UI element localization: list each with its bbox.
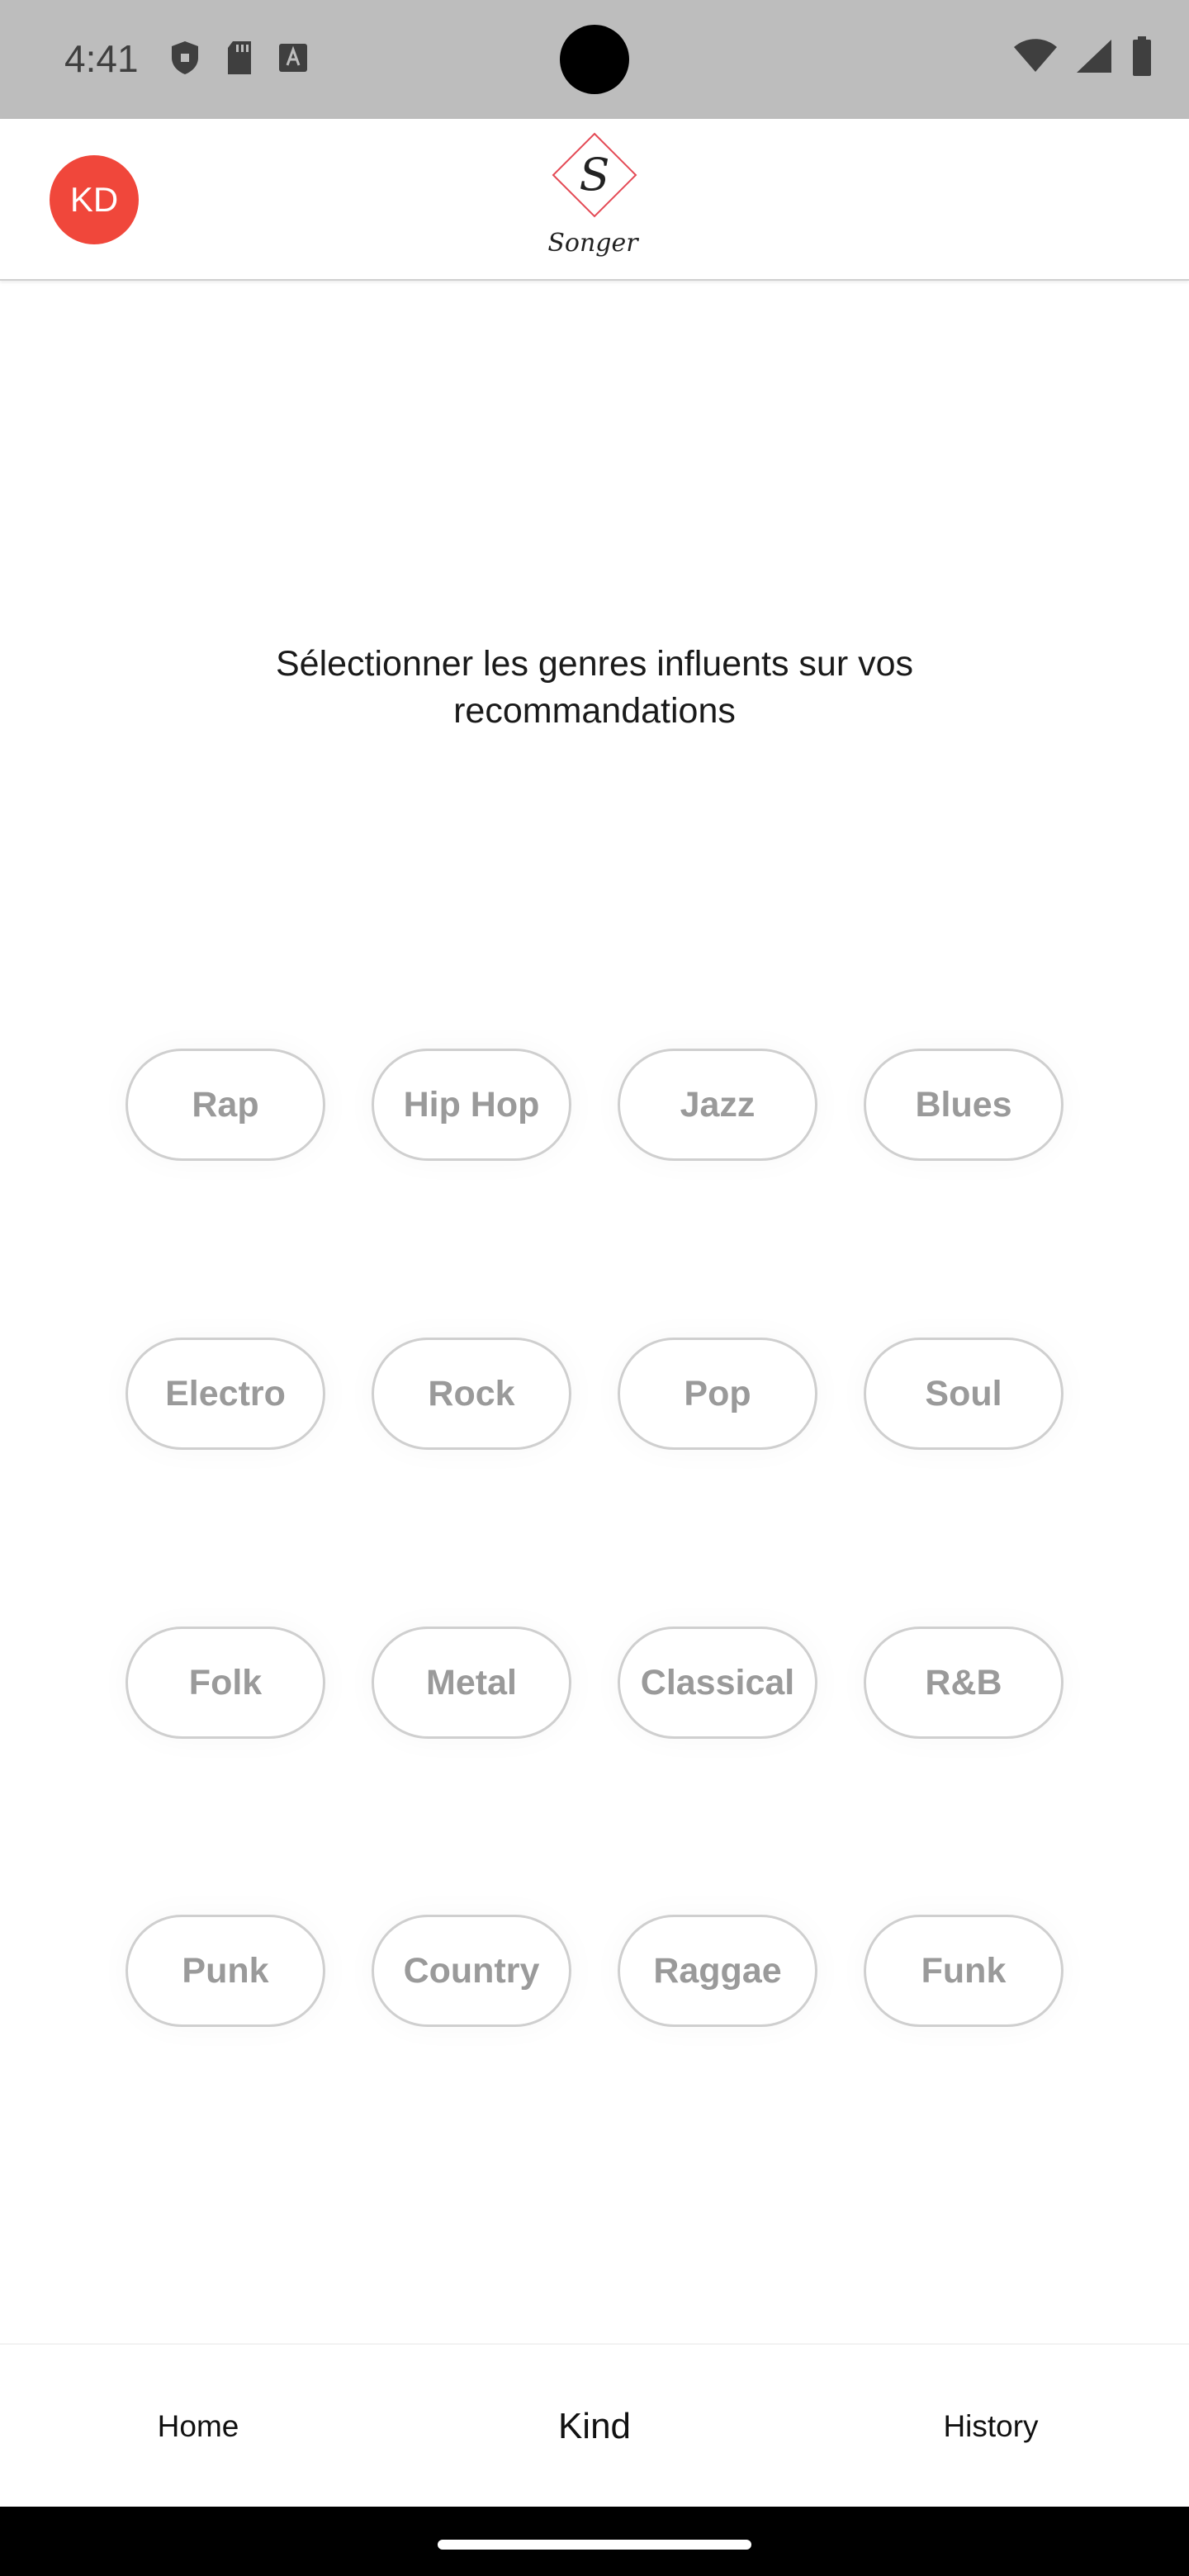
wifi-icon [1014, 39, 1057, 78]
genre-chip-blues[interactable]: Blues [864, 1049, 1063, 1161]
bottom-navigation: Home Kind History [0, 2343, 1189, 2508]
genre-chip-country[interactable]: Country [372, 1915, 571, 2027]
nav-kind[interactable]: Kind [396, 2345, 793, 2508]
font-a-icon [277, 42, 309, 78]
genre-chip-metal[interactable]: Metal [372, 1627, 571, 1739]
genre-chip-funk[interactable]: Funk [864, 1915, 1063, 2027]
sd-card-icon [225, 40, 254, 80]
nav-history[interactable]: History [793, 2345, 1189, 2508]
status-bar: 4:41 [0, 0, 1189, 119]
genre-chip-punk[interactable]: Punk [126, 1915, 325, 2027]
nav-home[interactable]: Home [0, 2345, 396, 2508]
genre-chip-classical[interactable]: Classical [618, 1627, 817, 1739]
app-header: KD S Songer [0, 119, 1189, 281]
front-camera [560, 25, 629, 94]
genre-selection-prompt: Sélectionner les genres influents sur vo… [275, 644, 914, 731]
genre-chip-hip-hop[interactable]: Hip Hop [372, 1049, 571, 1161]
genre-chip-rock[interactable]: Rock [372, 1338, 571, 1450]
home-indicator[interactable] [438, 2540, 751, 2550]
battery-icon [1131, 36, 1153, 80]
user-avatar[interactable]: KD [50, 155, 139, 244]
status-icons-left [168, 40, 309, 79]
genre-chip-raggae[interactable]: Raggae [618, 1915, 817, 2027]
logo-wordmark: Songer [547, 229, 639, 258]
genre-chip-pop[interactable]: Pop [618, 1338, 817, 1450]
genre-grid: Rap Hip Hop Jazz Blues Electro Rock Pop … [0, 0, 1189, 2576]
genre-chip-jazz[interactable]: Jazz [618, 1049, 817, 1161]
songer-logo: S Songer [547, 127, 642, 274]
logo-letter: S [580, 149, 610, 201]
status-icons-right [1014, 36, 1153, 80]
system-navigation-bar [0, 2507, 1189, 2576]
shield-icon [168, 40, 201, 80]
genre-chip-electro[interactable]: Electro [126, 1338, 325, 1450]
genre-chip-rnb[interactable]: R&B [864, 1627, 1063, 1739]
avatar-initials: KD [69, 180, 119, 219]
status-time: 4:41 [64, 37, 139, 80]
signal-icon [1075, 38, 1113, 78]
genre-chip-rap[interactable]: Rap [126, 1049, 325, 1161]
genre-chip-soul[interactable]: Soul [864, 1338, 1063, 1450]
genre-chip-folk[interactable]: Folk [126, 1627, 325, 1739]
